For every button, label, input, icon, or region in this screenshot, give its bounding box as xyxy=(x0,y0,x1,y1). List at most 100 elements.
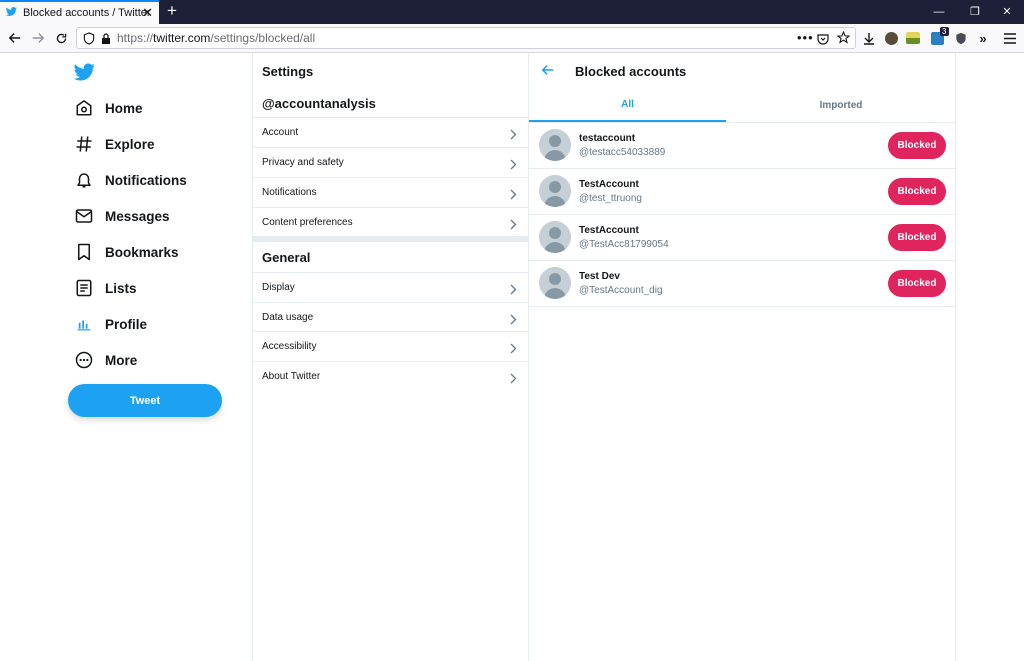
primary-navigation: Home Explore Notifications Messages Book… xyxy=(0,53,252,661)
nav-lists[interactable]: Lists xyxy=(74,273,137,303)
user-name[interactable]: Test Dev xyxy=(579,271,620,282)
overflow-chevron-icon[interactable]: » xyxy=(974,29,992,47)
user-name[interactable]: TestAccount xyxy=(579,225,639,236)
section-divider xyxy=(253,236,529,242)
settings-item-label: Data usage xyxy=(262,312,314,323)
url-bar[interactable]: https://twitter.com/settings/blocked/all… xyxy=(76,27,856,49)
nav-lists-label: Lists xyxy=(105,280,137,296)
settings-item-label: Account xyxy=(262,127,299,138)
settings-item-label: Content preferences xyxy=(262,217,353,228)
nav-messages-label: Messages xyxy=(105,208,170,224)
url-text: https://twitter.com/settings/blocked/all xyxy=(117,31,316,45)
pocket-icon[interactable] xyxy=(817,32,829,50)
default-avatar-icon[interactable] xyxy=(539,267,571,299)
bell-icon xyxy=(74,170,94,190)
chevron-right-icon xyxy=(510,127,517,145)
browser-tab-active[interactable]: Blocked accounts / Twitter ✕ xyxy=(0,0,159,24)
reload-icon[interactable] xyxy=(51,28,71,48)
nav-profile-label: Profile xyxy=(105,316,148,332)
blocked-user-row[interactable]: testaccount @testacc54033889 Blocked xyxy=(529,123,956,169)
twitter-logo-icon[interactable] xyxy=(74,63,95,86)
settings-item-accessibility[interactable]: Accessibility xyxy=(253,331,529,361)
envelope-icon xyxy=(74,206,94,226)
user-handle: @TestAcc81799054 xyxy=(579,239,669,250)
blocked-button[interactable]: Blocked xyxy=(888,270,946,297)
blocked-button[interactable]: Blocked xyxy=(888,132,946,159)
chevron-right-icon xyxy=(510,217,517,235)
default-avatar-icon[interactable] xyxy=(539,129,571,161)
list-icon xyxy=(74,278,94,298)
page-actions-icon[interactable]: ••• xyxy=(797,30,814,45)
nav-more-label: More xyxy=(105,352,138,368)
browser-nav-bar: https://twitter.com/settings/blocked/all… xyxy=(0,24,1024,53)
settings-title: Settings xyxy=(262,64,314,79)
extension-avatar-icon[interactable] xyxy=(882,29,900,47)
hamburger-menu-icon[interactable] xyxy=(1001,29,1019,47)
chevron-right-icon xyxy=(510,157,517,175)
forward-arrow-icon[interactable] xyxy=(28,28,48,48)
extension-badge-count: 3 xyxy=(940,26,949,36)
nav-home[interactable]: Home xyxy=(74,93,143,123)
extension-shield-icon[interactable] xyxy=(952,29,970,47)
settings-item-privacy[interactable]: Privacy and safety xyxy=(253,147,529,177)
tab-imported[interactable]: Imported xyxy=(726,88,956,122)
nav-explore-label: Explore xyxy=(105,136,155,152)
nav-more[interactable]: More xyxy=(74,345,137,375)
settings-item-label: About Twitter xyxy=(262,371,321,382)
blocked-user-row[interactable]: Test Dev @TestAccount_dig Blocked xyxy=(529,261,956,307)
user-name[interactable]: testaccount xyxy=(579,133,635,144)
profile-icon xyxy=(74,314,94,334)
nav-bookmarks[interactable]: Bookmarks xyxy=(74,237,179,267)
chevron-right-icon xyxy=(510,312,517,330)
default-avatar-icon[interactable] xyxy=(539,221,571,253)
settings-item-notifications[interactable]: Notifications xyxy=(253,177,529,207)
back-arrow-icon[interactable] xyxy=(5,28,25,48)
lock-icon[interactable] xyxy=(101,32,111,50)
general-header: General xyxy=(262,250,311,265)
twitter-favicon-icon xyxy=(6,4,17,22)
chevron-right-icon xyxy=(510,371,517,389)
extension-landscape-icon[interactable] xyxy=(904,29,922,47)
shield-icon[interactable] xyxy=(83,32,95,50)
account-header: @accountanalysis xyxy=(262,96,376,111)
blocked-button[interactable]: Blocked xyxy=(888,178,946,205)
chevron-right-icon xyxy=(510,187,517,205)
settings-item-label: Accessibility xyxy=(262,341,317,352)
tab-all[interactable]: All xyxy=(529,88,726,122)
minimize-icon[interactable]: — xyxy=(922,0,956,24)
nav-messages[interactable]: Messages xyxy=(74,201,170,231)
nav-explore[interactable]: Explore xyxy=(74,129,155,159)
nav-profile[interactable]: Profile xyxy=(74,309,147,339)
new-tab-button[interactable]: + xyxy=(163,1,181,21)
user-handle: @test_ttruong xyxy=(579,193,642,204)
nav-notifications-label: Notifications xyxy=(105,172,187,188)
settings-item-about[interactable]: About Twitter xyxy=(253,361,529,391)
page-title: Blocked accounts xyxy=(575,64,687,79)
tweet-button[interactable]: Tweet xyxy=(68,384,222,417)
close-tab-icon[interactable]: ✕ xyxy=(142,5,153,21)
home-icon xyxy=(74,98,94,118)
blocked-user-row[interactable]: TestAccount @test_ttruong Blocked xyxy=(529,169,956,215)
settings-item-account[interactable]: Account xyxy=(253,117,529,147)
back-arrow-icon[interactable] xyxy=(541,63,557,79)
bookmark-icon xyxy=(74,242,94,262)
user-name[interactable]: TestAccount xyxy=(579,179,639,190)
default-avatar-icon[interactable] xyxy=(539,175,571,207)
download-icon[interactable] xyxy=(860,29,878,47)
chevron-right-icon xyxy=(510,282,517,300)
hashtag-icon xyxy=(74,134,94,154)
nav-bookmarks-label: Bookmarks xyxy=(105,244,179,260)
settings-item-display[interactable]: Display xyxy=(253,272,529,302)
blocked-user-row[interactable]: TestAccount @TestAcc81799054 Blocked xyxy=(529,215,956,261)
settings-item-data-usage[interactable]: Data usage xyxy=(253,302,529,332)
extension-badge-icon[interactable]: 3 xyxy=(928,26,949,47)
browser-tab-bar: Blocked accounts / Twitter ✕ + — ❐ ✕ xyxy=(0,0,1024,24)
close-window-icon[interactable]: ✕ xyxy=(990,0,1024,24)
chevron-right-icon xyxy=(510,341,517,359)
bookmark-star-icon[interactable] xyxy=(836,30,851,49)
nav-notifications[interactable]: Notifications xyxy=(74,165,187,195)
user-handle: @testacc54033889 xyxy=(579,147,666,158)
settings-item-content-preferences[interactable]: Content preferences xyxy=(253,207,529,237)
restore-icon[interactable]: ❐ xyxy=(958,0,992,24)
blocked-button[interactable]: Blocked xyxy=(888,224,946,251)
